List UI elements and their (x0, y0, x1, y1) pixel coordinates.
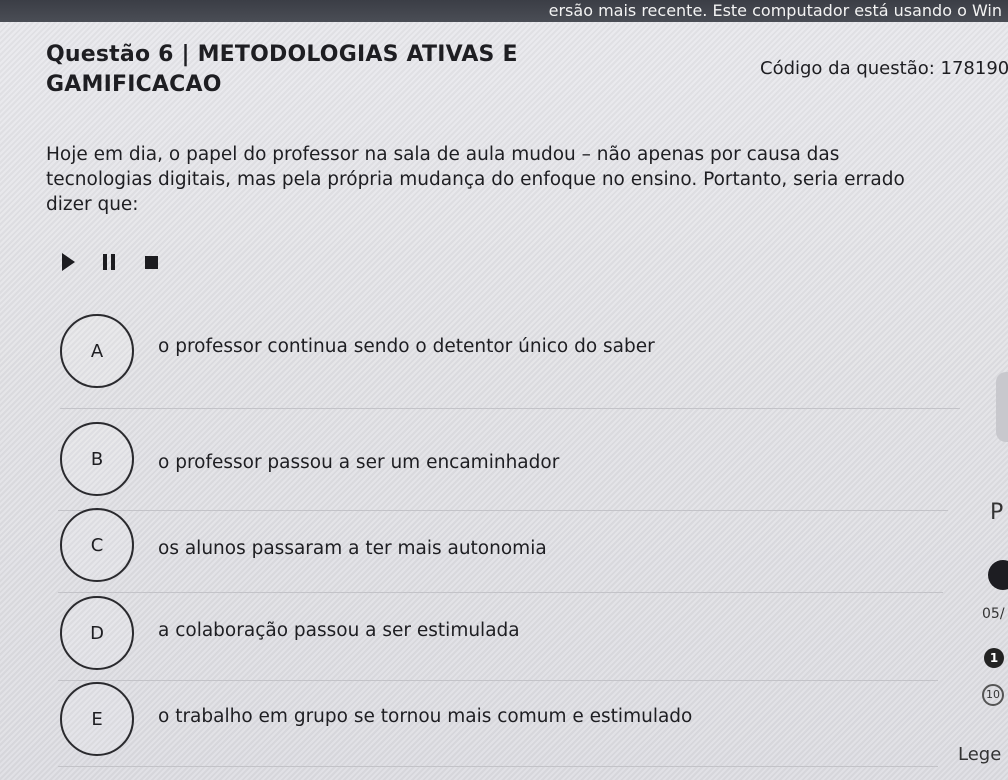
option-b-text: o professor passou a ser um encaminhador (158, 452, 560, 473)
option-d-text: a colaboração passou a ser estimulada (158, 620, 520, 641)
option-e-letter: E (91, 708, 103, 730)
pause-icon[interactable] (103, 254, 115, 270)
option-e-text: o trabalho em grupo se tornou mais comum… (158, 706, 693, 727)
option-a-text: o professor continua sendo o detentor ún… (158, 336, 655, 357)
update-notification-bar: ersão mais recente. Este computador está… (0, 0, 1008, 22)
option-a[interactable]: A o professor continua sendo o detentor … (60, 314, 960, 392)
option-a-circle[interactable]: A (60, 314, 134, 388)
question-code: Código da questão: 178190 (760, 58, 1008, 79)
option-c[interactable]: C os alunos passaram a ter mais autonomi… (60, 508, 960, 586)
sidebar-legend: Lege (958, 744, 1002, 765)
option-c-letter: C (90, 534, 104, 556)
option-d-circle[interactable]: D (60, 596, 134, 670)
option-c-text: os alunos passaram a ter mais autonomia (158, 538, 547, 559)
option-b-circle[interactable]: B (60, 422, 134, 496)
play-icon[interactable] (62, 253, 75, 271)
divider (58, 680, 938, 681)
sidebar-date: 05/ (982, 606, 1005, 622)
divider (60, 408, 960, 409)
divider (58, 766, 938, 767)
option-d-letter: D (90, 622, 104, 644)
question-statement: Hoje em dia, o papel do professor na sal… (46, 144, 905, 215)
sidebar-ring: 10 (982, 684, 1004, 706)
option-b[interactable]: B o professor passou a ser um encaminhad… (60, 422, 960, 500)
option-a-letter: A (90, 340, 104, 362)
sidebar-tab[interactable] (996, 372, 1008, 442)
sidebar-status-dot (988, 560, 1008, 590)
sidebar-letter: P (990, 500, 1004, 525)
option-b-letter: B (90, 448, 104, 470)
notification-text: ersão mais recente. Este computador está… (548, 1, 1002, 20)
screen: ersão mais recente. Este computador está… (0, 0, 1008, 780)
sidebar-badge: 1 (984, 648, 1004, 668)
option-d[interactable]: D a colaboração passou a ser estimulada (60, 596, 960, 674)
divider (58, 592, 943, 593)
audio-controls (62, 252, 158, 272)
question-title: Questão 6 | METODOLOGIAS ATIVAS E GAMIFI… (46, 42, 518, 97)
option-e-circle[interactable]: E (60, 682, 134, 756)
option-c-circle[interactable]: C (60, 508, 134, 582)
stop-icon[interactable] (145, 255, 158, 269)
option-e[interactable]: E o trabalho em grupo se tornou mais com… (60, 682, 960, 760)
